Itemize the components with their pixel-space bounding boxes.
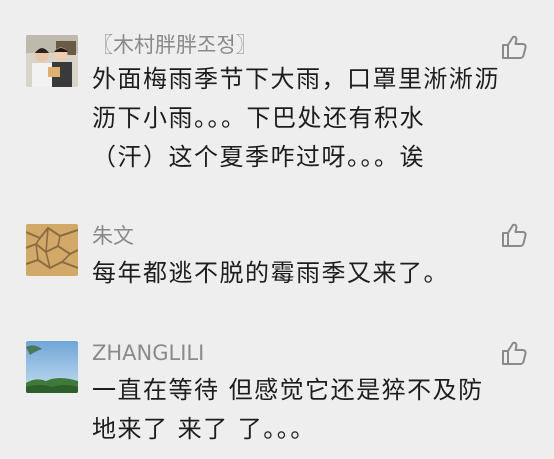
sky-landscape-photo-icon (26, 341, 78, 393)
avatar[interactable] (26, 35, 78, 87)
like-button[interactable] (500, 33, 528, 61)
comment-author[interactable]: ZHANGLILI (92, 341, 204, 365)
comment-text: 一直在等待 但感觉它还是猝不及防 地来了 来了 了。。。 (92, 371, 482, 449)
like-button[interactable] (500, 221, 528, 249)
comment-author[interactable]: 朱文 (92, 224, 134, 248)
comment-text: 外面梅雨季节下大雨，口罩里淅淅沥 沥下小雨。。。下巴处还有积水 （汗）这个夏季咋… (92, 60, 500, 177)
avatar[interactable] (26, 341, 78, 393)
cracked-earth-photo-icon (26, 224, 78, 276)
comment-list: 〖木村胖胖조정〗 外面梅雨季节下大雨，口罩里淅淅沥 沥下小雨。。。下巴处还有积水… (0, 0, 554, 459)
comment-author[interactable]: 〖木村胖胖조정〗 (92, 33, 257, 57)
comment-text-line: 地来了 来了 了。。。 (92, 415, 316, 443)
thumbs-up-icon (502, 35, 527, 59)
thumbs-up-icon (502, 341, 527, 365)
comment-text-line: 外面梅雨季节下大雨，口罩里淅淅沥 (92, 65, 500, 93)
comment-text-line: 沥下小雨。。。下巴处还有积水 (92, 104, 425, 132)
comment-text-line: 一直在等待 但感觉它还是猝不及防 (92, 376, 484, 404)
thumbs-up-icon (502, 223, 527, 247)
comment-text-line: 每年都逃不脱的霉雨季又来了。 (92, 259, 449, 287)
comment-text: 每年都逃不脱的霉雨季又来了。 (92, 254, 482, 293)
like-button[interactable] (500, 339, 528, 367)
avatar[interactable] (26, 224, 78, 276)
two-people-photo-icon (26, 35, 78, 87)
comment-text-line: （汗）这个夏季咋过呀。。。诶 (92, 143, 425, 171)
